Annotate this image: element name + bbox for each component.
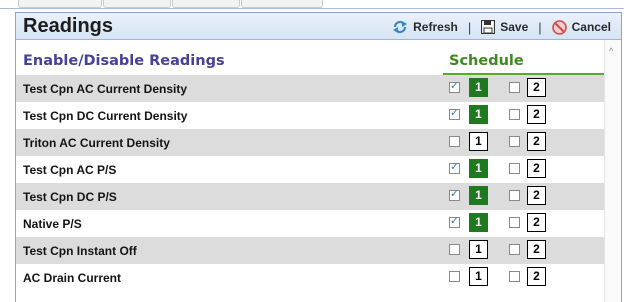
list-item: AC Drain Current 1 2 — [16, 264, 605, 291]
reading-label: AC Drain Current — [23, 271, 122, 285]
readings-panel: Readings Refresh | Save | Cancel Enable/… — [15, 12, 622, 302]
scrollbar[interactable]: ^ — [604, 40, 621, 302]
check-icon: ✓ — [450, 188, 460, 200]
schedule-1-checkbox[interactable]: ✓ — [449, 215, 460, 228]
reading-label: Test Cpn DC P/S — [23, 190, 117, 204]
list-item: Test Cpn DC P/S ✓ 1 2 — [16, 183, 605, 210]
schedule-1-button[interactable]: 1 — [469, 132, 488, 151]
refresh-icon — [393, 20, 408, 34]
list-item: Test Cpn Instant Off 1 2 — [16, 237, 605, 264]
schedule-2-checkbox[interactable] — [509, 271, 520, 282]
check-icon: ✓ — [450, 80, 460, 92]
column-header: Enable/Disable Readings Schedule — [16, 40, 605, 75]
schedule-2-checkbox[interactable] — [509, 136, 520, 147]
cancel-label: Cancel — [571, 20, 611, 34]
schedule-2-checkbox[interactable] — [509, 82, 520, 93]
schedule-2-button[interactable]: 2 — [527, 186, 546, 205]
refresh-button[interactable]: Refresh — [392, 20, 458, 34]
list-item: Triton AC Current Density 1 2 — [16, 129, 605, 156]
schedule-1-checkbox[interactable] — [449, 271, 460, 282]
schedule-2-button[interactable]: 2 — [527, 105, 546, 124]
list-item: Test Cpn AC Current Density ✓ 1 2 — [16, 75, 605, 102]
list-item: Native P/S ✓ 1 2 — [16, 210, 605, 237]
tab-3[interactable] — [172, 0, 240, 8]
schedule-1-button[interactable]: 1 — [469, 213, 488, 232]
reading-label: Triton AC Current Density — [23, 136, 170, 150]
schedule-1-checkbox[interactable] — [449, 136, 460, 147]
schedule-2-button[interactable]: 2 — [527, 159, 546, 178]
refresh-label: Refresh — [413, 20, 458, 34]
schedule-2-button[interactable]: 2 — [527, 132, 546, 151]
check-icon: ✓ — [450, 215, 460, 227]
tab-1[interactable] — [18, 0, 102, 8]
schedule-2-checkbox[interactable] — [509, 163, 520, 174]
schedule-1-checkbox[interactable] — [449, 244, 460, 255]
save-icon — [481, 20, 496, 34]
schedule-2-checkbox[interactable] — [509, 190, 520, 201]
schedule-2-button[interactable]: 2 — [527, 213, 546, 232]
check-icon: ✓ — [450, 161, 460, 173]
readings-list: Test Cpn AC Current Density ✓ 1 2 Test Cpn D… — [16, 75, 605, 291]
schedule-2-button[interactable]: 2 — [527, 267, 546, 286]
schedule-1-button[interactable]: 1 — [469, 78, 488, 97]
schedule-header: Schedule — [449, 53, 524, 69]
reading-label: Test Cpn AC P/S — [23, 163, 117, 177]
schedule-2-checkbox[interactable] — [509, 244, 520, 255]
save-label: Save — [500, 20, 529, 34]
scroll-up-icon[interactable]: ^ — [609, 46, 613, 56]
schedule-1-checkbox[interactable]: ✓ — [449, 161, 460, 174]
check-icon: ✓ — [450, 107, 460, 119]
schedule-1-button[interactable]: 1 — [469, 186, 488, 205]
toolbar: Refresh | Save | Cancel — [392, 18, 611, 36]
tab-2[interactable] — [103, 0, 171, 8]
list-item: Test Cpn DC Current Density ✓ 1 2 — [16, 102, 605, 129]
schedule-2-button[interactable]: 2 — [527, 240, 546, 259]
schedule-1-button[interactable]: 1 — [469, 240, 488, 259]
schedule-1-button[interactable]: 1 — [469, 105, 488, 124]
page-title: Readings — [23, 15, 114, 37]
cancel-icon — [551, 19, 567, 35]
tab-4[interactable] — [241, 0, 323, 8]
reading-label: Test Cpn DC Current Density — [23, 109, 188, 123]
reading-label: Native P/S — [23, 217, 82, 231]
toolbar-separator: | — [467, 19, 472, 35]
cancel-button[interactable]: Cancel — [551, 19, 611, 35]
schedule-2-checkbox[interactable] — [509, 217, 520, 228]
schedule-1-button[interactable]: 1 — [469, 267, 488, 286]
tab-strip — [0, 0, 624, 9]
save-button[interactable]: Save — [481, 20, 528, 34]
reading-label: Test Cpn Instant Off — [23, 244, 137, 258]
schedule-1-button[interactable]: 1 — [469, 159, 488, 178]
panel-titlebar: Readings Refresh | Save | Cancel — [16, 13, 621, 40]
toolbar-separator: | — [538, 19, 542, 35]
reading-label: Test Cpn AC Current Density — [23, 82, 188, 96]
schedule-1-checkbox[interactable]: ✓ — [449, 188, 460, 201]
schedule-2-checkbox[interactable] — [509, 109, 520, 120]
schedule-2-button[interactable]: 2 — [527, 78, 546, 97]
list-item: Test Cpn AC P/S ✓ 1 2 — [16, 156, 605, 183]
enable-disable-header: Enable/Disable Readings — [23, 53, 225, 69]
schedule-1-checkbox[interactable]: ✓ — [449, 107, 460, 120]
schedule-1-checkbox[interactable]: ✓ — [449, 80, 460, 93]
